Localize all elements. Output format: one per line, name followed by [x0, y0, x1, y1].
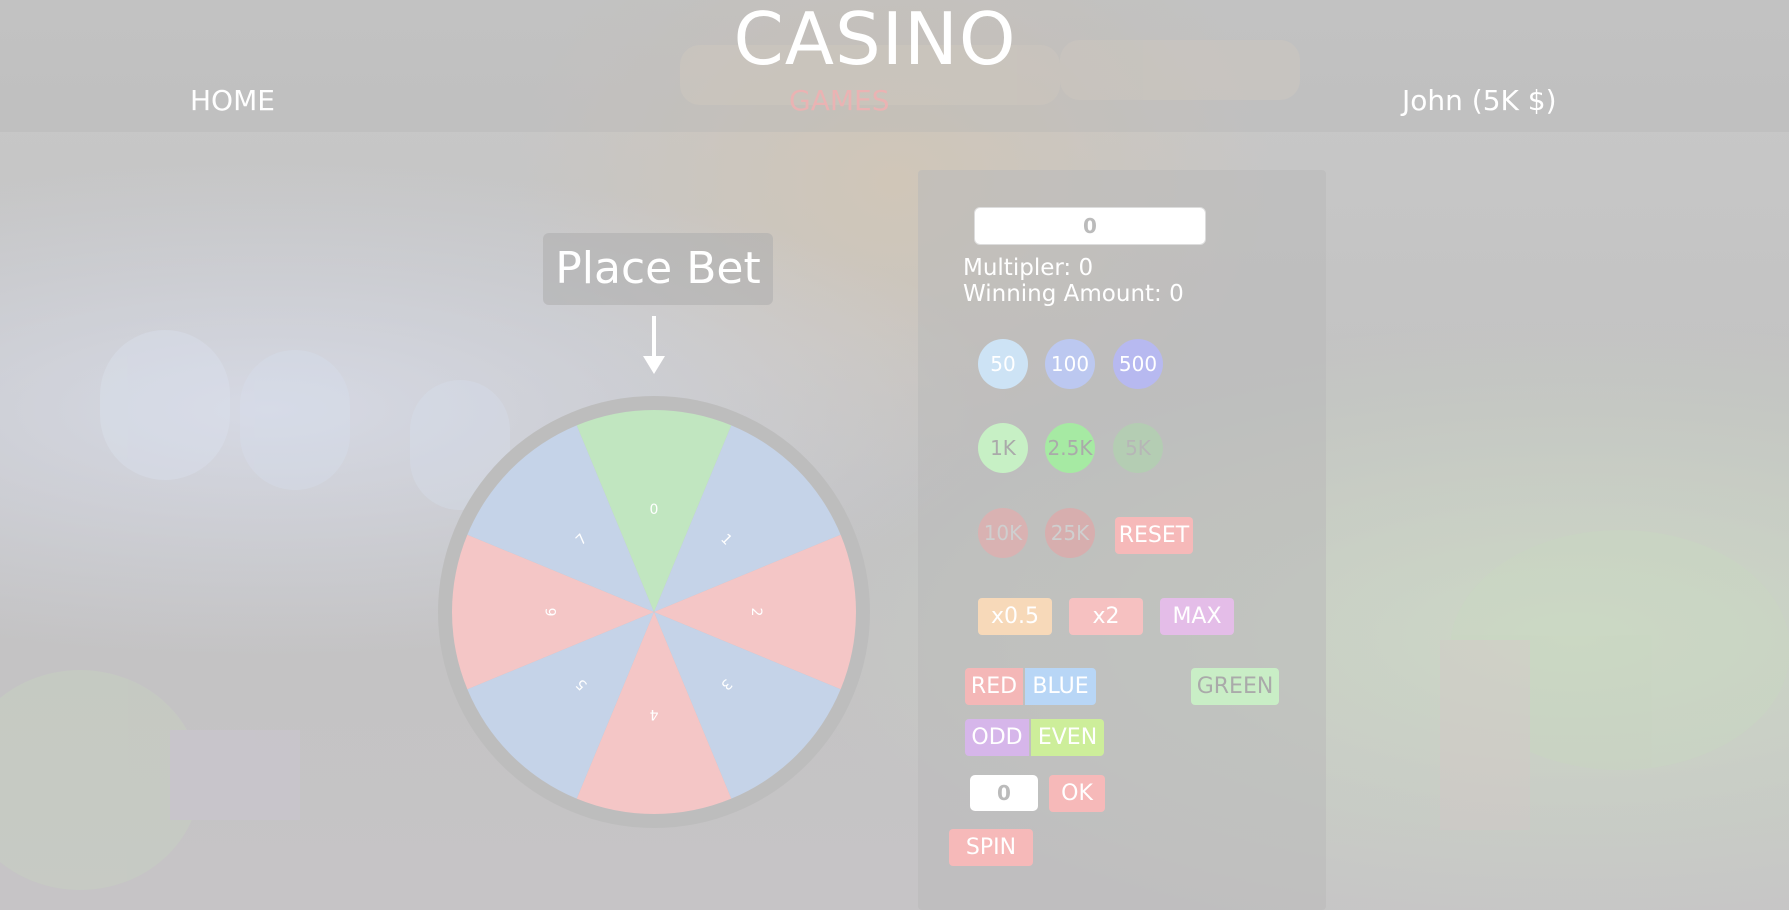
chip-5k[interactable]: 5K [1113, 423, 1163, 473]
reset-button[interactable]: RESET [1115, 517, 1193, 554]
bet-odd-button[interactable]: ODD [965, 719, 1029, 756]
bet-even-button[interactable]: EVEN [1031, 719, 1104, 756]
chip-100[interactable]: 100 [1045, 339, 1095, 389]
winning-amount-text: Winning Amount: 0 [963, 281, 1184, 307]
page-title: CASINO [733, 0, 1017, 81]
nav-home[interactable]: HOME [190, 84, 275, 117]
multiplier-text: Multipler: 0 [963, 255, 1094, 281]
bet-blue-button[interactable]: BLUE [1025, 668, 1096, 705]
bet-green-button[interactable]: GREEN [1191, 668, 1279, 705]
bet-red-button[interactable]: RED [965, 668, 1023, 705]
chip-1k[interactable]: 1K [978, 423, 1028, 473]
chip-25k[interactable]: 25K [1045, 508, 1095, 558]
roulette-wheel: 01234567 [438, 396, 870, 828]
ok-button[interactable]: OK [1049, 775, 1105, 812]
wheel-number-4: 4 [649, 706, 658, 722]
arrow-down-icon [643, 316, 665, 374]
casino-background [0, 40, 1789, 890]
max-bet-button[interactable]: MAX [1160, 598, 1234, 635]
wheel-number-6: 6 [544, 607, 560, 616]
wheel-number-0: 0 [650, 502, 659, 518]
nav-user-balance[interactable]: John (5K $) [1402, 84, 1557, 117]
chip-500[interactable]: 500 [1113, 339, 1163, 389]
spin-button[interactable]: SPIN [949, 829, 1033, 866]
chip-10k[interactable]: 10K [978, 508, 1028, 558]
wheel-number-2: 2 [748, 608, 764, 617]
half-bet-button[interactable]: x0.5 [978, 598, 1052, 635]
place-bet-label: Place Bet [543, 233, 773, 305]
chip-2-5k[interactable]: 2.5K [1045, 423, 1095, 473]
nav-games[interactable]: GAMES [789, 84, 889, 117]
number-bet-input[interactable]: 0 [970, 775, 1038, 811]
bet-amount-display[interactable]: 0 [974, 207, 1206, 245]
double-bet-button[interactable]: x2 [1069, 598, 1143, 635]
chip-50[interactable]: 50 [978, 339, 1028, 389]
